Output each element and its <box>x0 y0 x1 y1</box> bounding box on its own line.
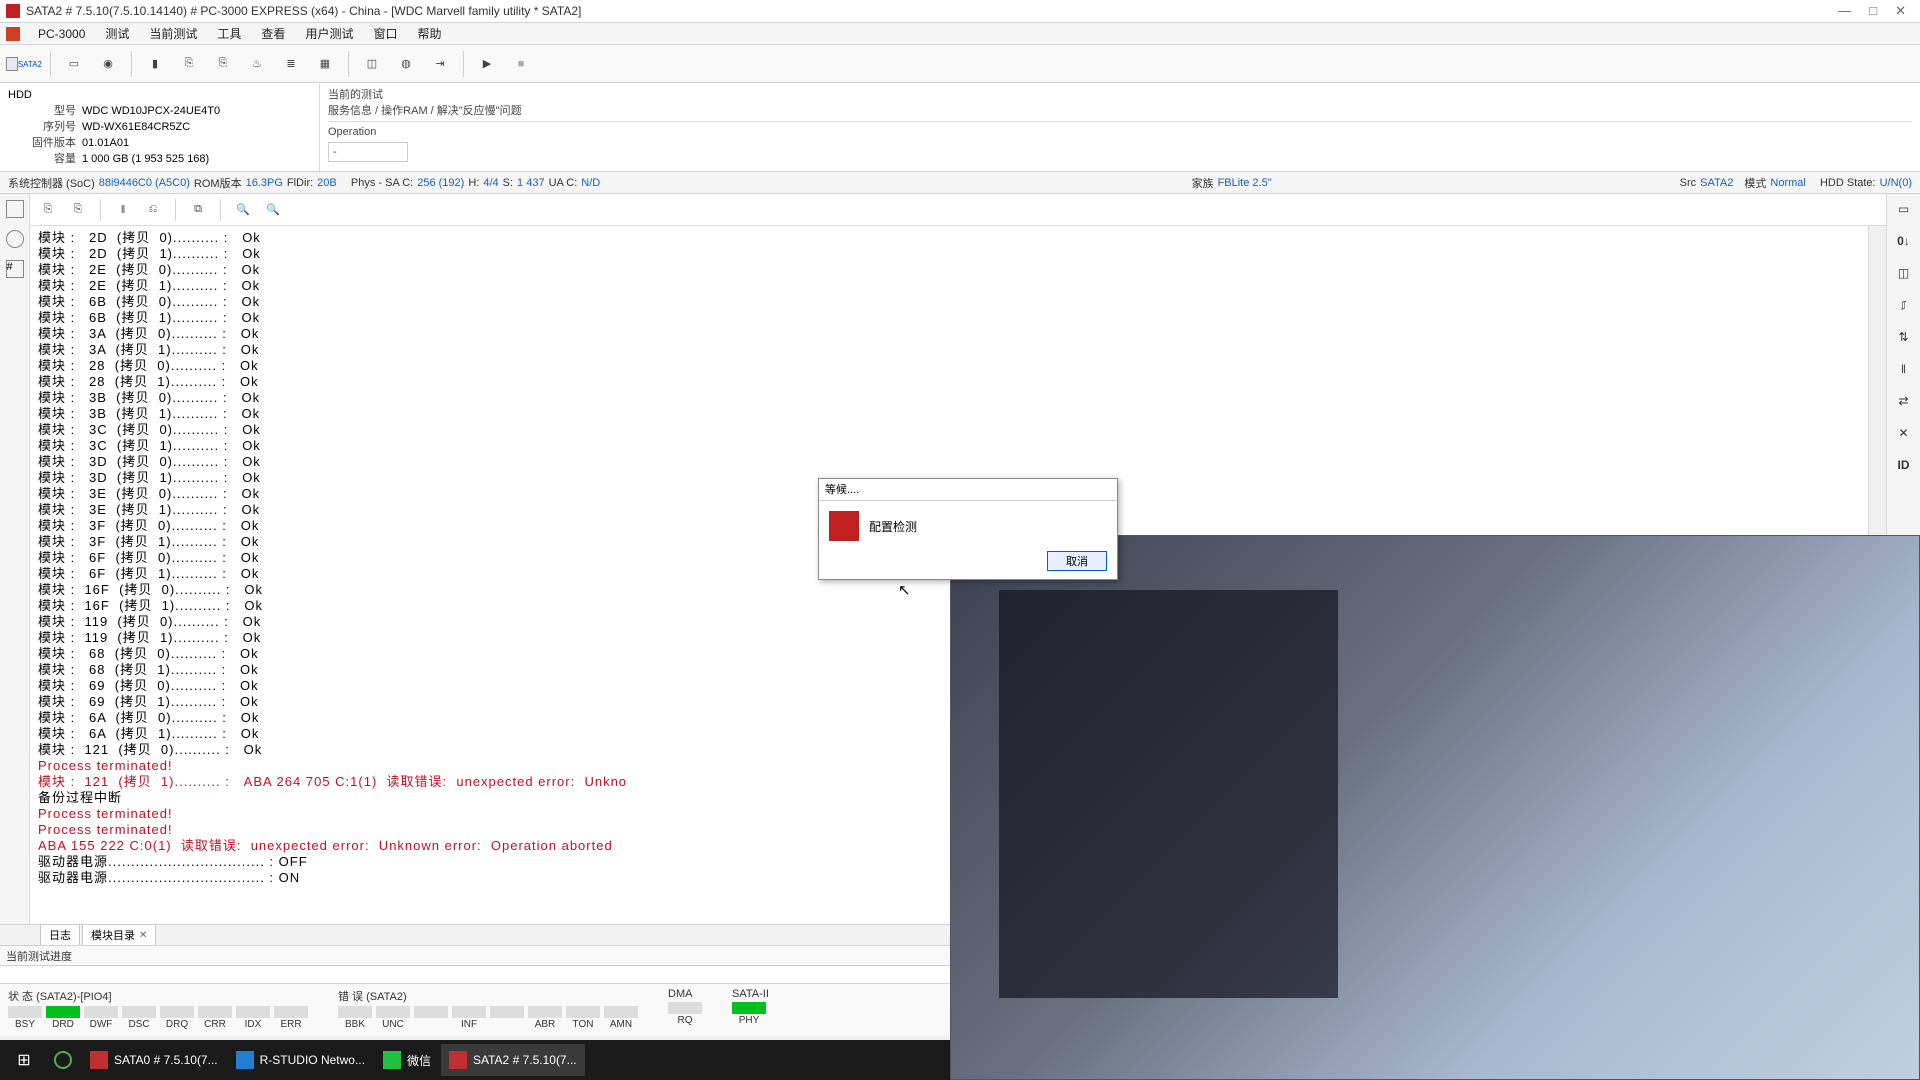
tool-icon-4[interactable]: ⎘ <box>174 50 204 78</box>
log-tool-2[interactable]: ⎘ <box>66 198 90 222</box>
left-sidebar: # <box>0 194 30 924</box>
copy-icon[interactable]: ⧉ <box>186 198 210 222</box>
right-tool-6[interactable]: ‖ <box>1894 362 1914 380</box>
close-button[interactable]: ✕ <box>1895 3 1906 19</box>
tool-icon-7[interactable]: ≣ <box>276 50 306 78</box>
titlebar: SATA2 # 7.5.10(7.5.10.14140) # PC-3000 E… <box>0 0 1920 23</box>
dialog-cancel-button[interactable]: 取消 <box>1047 551 1107 571</box>
panel-status: 状 态 (SATA2)-[PIO4] BSYDRDDWFDSCDRQCRRIDX… <box>8 988 308 1032</box>
operation-label: Operation <box>328 124 1912 140</box>
close-icon[interactable]: ✕ <box>139 930 147 941</box>
right-tool-7[interactable]: ⇄ <box>1894 394 1914 412</box>
right-tool-2[interactable]: 0↓ <box>1894 234 1914 252</box>
task-item-1[interactable]: R-STUDIO Netwo... <box>228 1044 373 1076</box>
window-title: SATA2 # 7.5.10(7.5.10.14140) # PC-3000 E… <box>26 4 1838 18</box>
test-info: 当前的测试 服务信息 / 操作RAM / 解决"反应慢"问题 Operation… <box>320 83 1920 171</box>
window-controls: — □ ✕ <box>1838 3 1914 19</box>
app-icon <box>6 4 20 18</box>
main-toolbar: SATA2 ▭ ◉ ▮ ⎘ ⎘ ♨ ≣ ▦ ◫ ◍ ⇥ ▶ ■ <box>0 45 1920 83</box>
menu-view[interactable]: 查看 <box>251 25 295 42</box>
pause-icon[interactable]: ‖ <box>111 198 135 222</box>
tool-icon-8[interactable]: ▦ <box>310 50 340 78</box>
right-tool-9[interactable]: ID <box>1894 458 1914 476</box>
right-tool-4[interactable]: ⎎ <box>1894 298 1914 316</box>
left-tool-2[interactable] <box>6 230 24 248</box>
tool-icon-11[interactable]: ⇥ <box>425 50 455 78</box>
tool-icon-2[interactable]: ◉ <box>93 50 123 78</box>
status-line: 系统控制器 (SoC) 88i9446C0 (A5C0) ROM版本 16.3P… <box>0 172 1920 194</box>
menubar: PC-3000 测试 当前测试 工具 查看 用户测试 窗口 帮助 <box>0 23 1920 45</box>
menu-test[interactable]: 测试 <box>95 25 139 42</box>
task-item-0[interactable]: SATA0 # 7.5.10(7... <box>82 1044 226 1076</box>
app-name[interactable]: PC-3000 <box>28 27 95 41</box>
operation-dropdown[interactable]: - <box>328 142 408 162</box>
stop-button[interactable]: ■ <box>506 50 536 78</box>
play-button[interactable]: ▶ <box>472 50 502 78</box>
model-value: WDC WD10JPCX-24UE4T0 <box>82 105 220 117</box>
tool-icon-3[interactable]: ▮ <box>140 50 170 78</box>
tool-icon-6[interactable]: ♨ <box>242 50 272 78</box>
start-button[interactable]: ⊞ <box>4 1044 44 1076</box>
info-bar: HDD 型号WDC WD10JPCX-24UE4T0 序列号WD-WX61E84… <box>0 83 1920 172</box>
menu-current-test[interactable]: 当前测试 <box>139 25 207 42</box>
left-tool-1[interactable] <box>6 200 24 218</box>
drive-info: HDD 型号WDC WD10JPCX-24UE4T0 序列号WD-WX61E84… <box>0 83 320 171</box>
soc-value: 88i9446C0 (A5C0) <box>99 177 190 189</box>
minimize-button[interactable]: — <box>1838 3 1851 19</box>
find-icon[interactable]: 🔍 <box>231 198 255 222</box>
current-test-value: 服务信息 / 操作RAM / 解决"反应慢"问题 <box>328 103 1912 119</box>
sata-port-button[interactable]: SATA2 <box>6 50 42 78</box>
right-tool-3[interactable]: ◫ <box>1894 266 1914 284</box>
tab-log[interactable]: 日志 <box>40 924 80 945</box>
tool-icon-1[interactable]: ▭ <box>59 50 89 78</box>
find-next-icon[interactable]: 🔍 <box>261 198 285 222</box>
right-tool-8[interactable]: ✕ <box>1894 426 1914 444</box>
task-item-3[interactable]: SATA2 # 7.5.10(7... <box>441 1044 585 1076</box>
menu-help[interactable]: 帮助 <box>407 25 451 42</box>
panel-errors: 错 误 (SATA2) BBKUNCINFABRTONAMN <box>338 988 638 1032</box>
menu-window[interactable]: 窗口 <box>363 25 407 42</box>
tool-icon-10[interactable]: ◍ <box>391 50 421 78</box>
right-tool-1[interactable]: ▭ <box>1894 202 1914 220</box>
serial-value: WD-WX61E84CR5ZC <box>82 121 190 133</box>
panel-sataii: SATA-II PHY <box>732 988 769 1032</box>
menu-tools[interactable]: 工具 <box>207 25 251 42</box>
right-tool-5[interactable]: ⇅ <box>1894 330 1914 348</box>
tab-modules[interactable]: 模块目录✕ <box>82 924 156 945</box>
log-toolbar: ⎘ ⎘ ‖ ⎌ ⧉ 🔍 🔍 <box>30 194 1886 226</box>
menu-user-test[interactable]: 用户测试 <box>295 25 363 42</box>
tool-icon-9[interactable]: ◫ <box>357 50 387 78</box>
firmware-value: 01.01A01 <box>82 137 129 149</box>
current-test-label: 当前的测试 <box>328 87 1912 103</box>
log-tool-3[interactable]: ⎌ <box>141 198 165 222</box>
dialog-text: 配置检测 <box>869 518 917 535</box>
dialog-icon <box>829 511 859 541</box>
dialog-title: 等候.... <box>819 479 1117 501</box>
webcam-overlay <box>950 535 1920 1080</box>
capacity-value: 1 000 GB (1 953 525 168) <box>82 153 209 165</box>
hdd-label: HDD <box>8 89 32 101</box>
maximize-button[interactable]: □ <box>1869 3 1877 19</box>
left-tool-3[interactable]: # <box>6 260 24 278</box>
tool-icon-5[interactable]: ⎘ <box>208 50 238 78</box>
panel-dma: DMA RQ <box>668 988 702 1032</box>
task-item-2[interactable]: 微信 <box>375 1044 439 1076</box>
task-search[interactable] <box>46 1044 80 1076</box>
sub-app-icon <box>6 27 20 41</box>
wait-dialog: 等候.... 配置检测 取消 <box>818 478 1118 580</box>
log-tool-1[interactable]: ⎘ <box>36 198 60 222</box>
